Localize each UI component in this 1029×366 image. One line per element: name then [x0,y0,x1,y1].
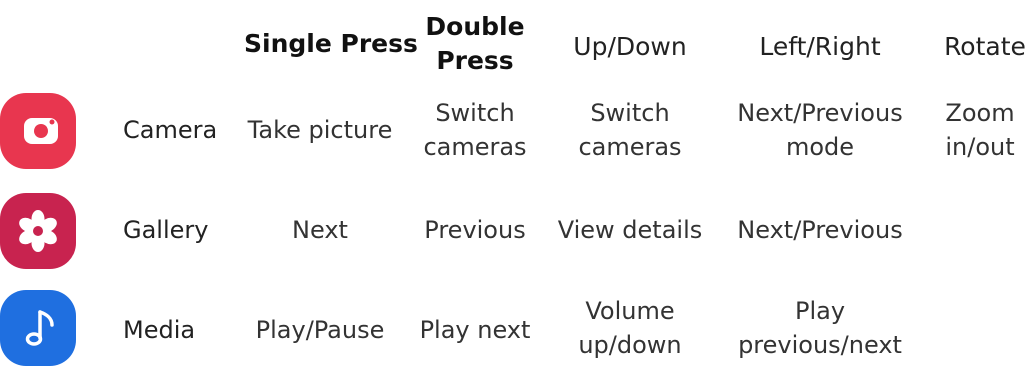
gallery-left-right: Next/Previous [725,213,915,247]
row-label-camera: Camera [123,116,218,144]
camera-updown-line1: Switch [590,99,670,127]
gallery-double-press: Previous [410,213,540,247]
media-up-down: Volume up/down [560,294,700,362]
row-label-media: Media [123,316,196,344]
camera-updown-line2: cameras [578,133,682,161]
camera-left-right: Next/Previous mode [725,96,915,164]
media-updown-line2: up/down [578,331,682,359]
camera-app-icon [0,93,76,169]
header-left-right: Left/Right [759,32,881,61]
gallery-app-icon [0,193,76,269]
header-single-press: Single Press [244,29,418,58]
gallery-up-down: View details [550,213,710,247]
camera-double-line1: Switch [435,99,515,127]
music-note-icon [25,310,54,346]
flower-icon [19,210,57,252]
header-up-down: Up/Down [573,32,687,61]
camera-rotate-line1: Zoom [945,99,1015,127]
camera-leftright-line1: Next/Previous [737,99,903,127]
camera-double-line2: cameras [423,133,527,161]
camera-single-press: Take picture [238,113,402,147]
media-leftright-line2: previous/next [738,331,902,359]
camera-single-line1: Take picture [247,116,393,144]
camera-leftright-line2: mode [785,133,855,161]
camera-double-press: Switch cameras [410,96,540,164]
media-single-press: Play/Pause [238,313,402,347]
row-label-gallery: Gallery [123,216,209,244]
gallery-updown-line1: View details [557,216,703,244]
gallery-single-press: Next [238,213,402,247]
camera-icon [24,118,58,144]
media-single-line1: Play/Pause [255,316,385,344]
header-rotate: Rotate [944,32,1026,61]
header-double-press: Double Press [410,10,540,78]
media-left-right: Play previous/next [725,294,915,362]
gallery-leftright-line1: Next/Previous [737,216,903,244]
header-double-press-line1: Double [425,12,525,41]
media-double-line1: Play next [419,316,531,344]
media-app-icon [0,290,76,366]
header-double-press-line2: Press [436,46,514,75]
camera-up-down: Switch cameras [560,96,700,164]
media-leftright-line1: Play [794,297,846,325]
camera-rotate: Zoom in/out [934,96,1026,164]
media-updown-line1: Volume [585,297,675,325]
media-double-press: Play next [410,313,540,347]
camera-rotate-line2: in/out [945,133,1015,161]
gallery-double-line1: Previous [424,216,526,244]
gallery-single-line1: Next [292,216,348,244]
